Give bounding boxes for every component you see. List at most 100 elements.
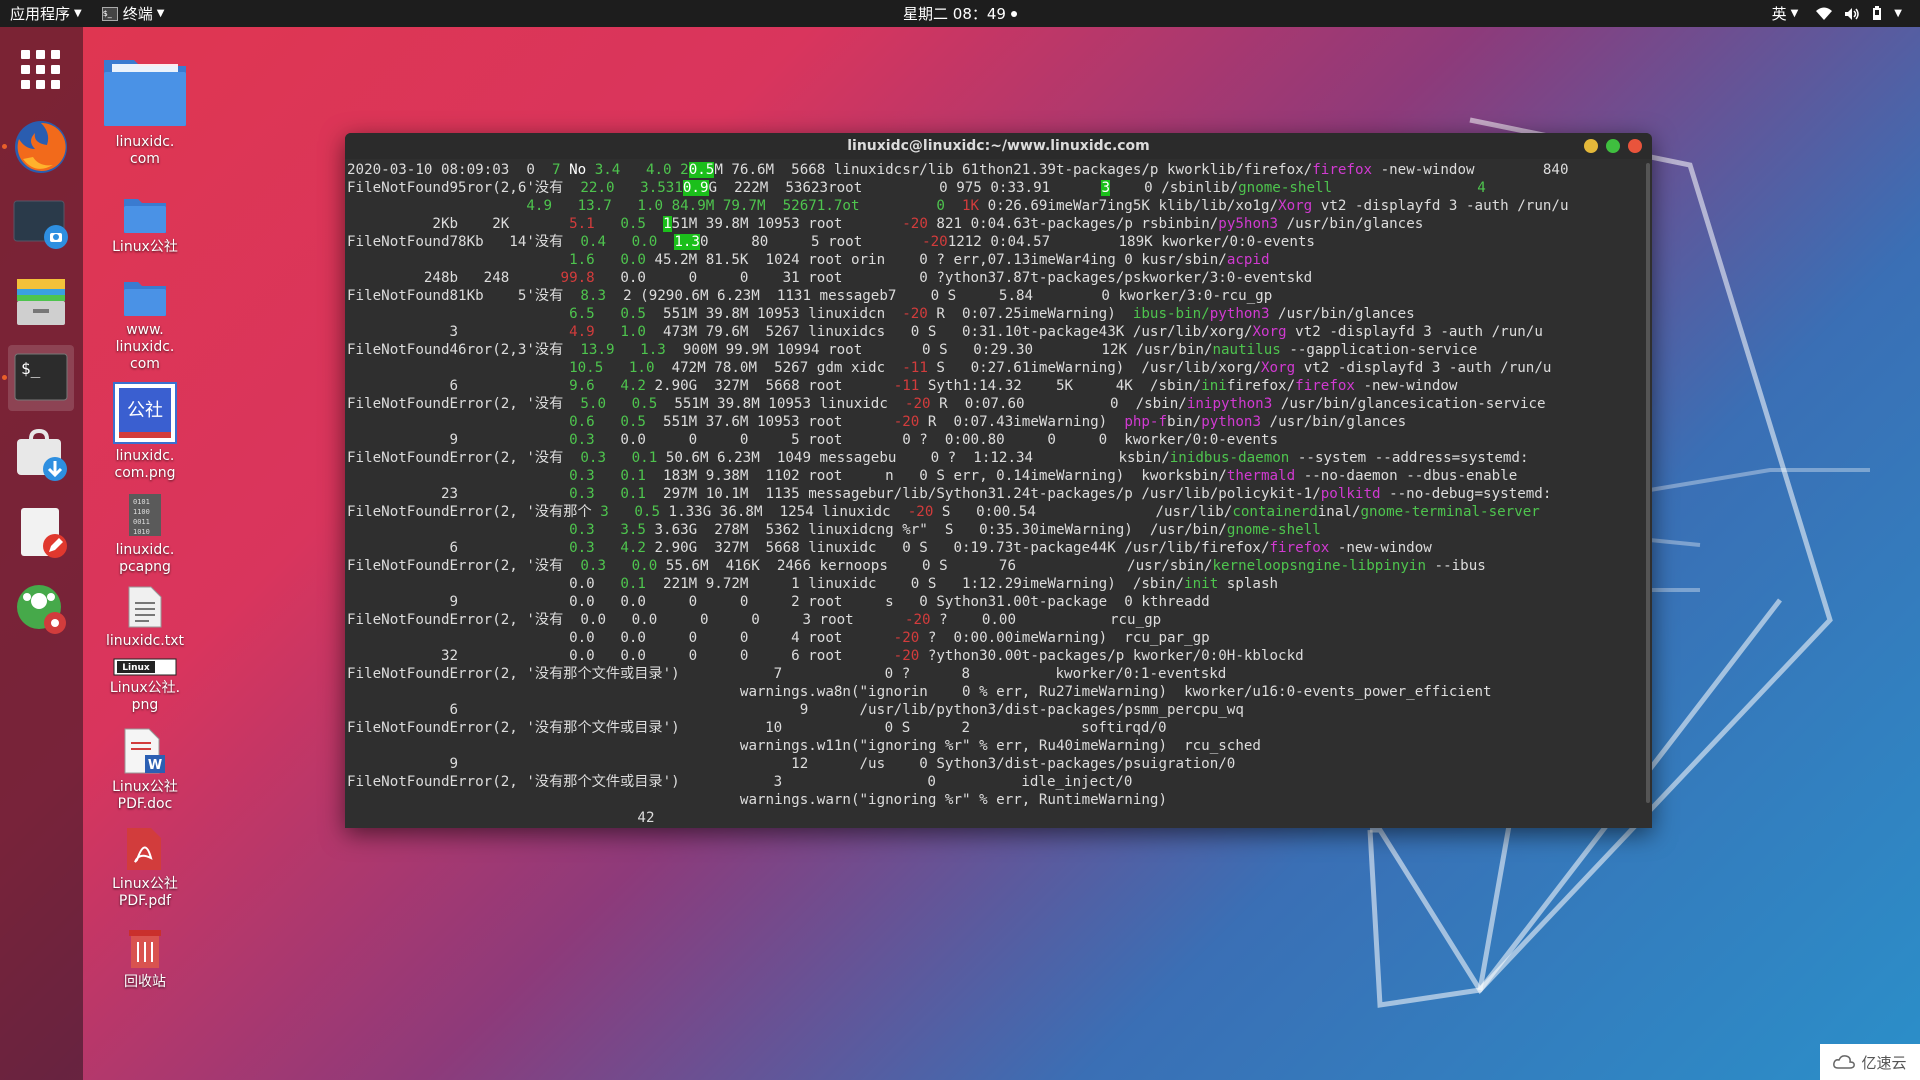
terminal-window[interactable]: linuxidc@linuxidc:~/www.linuxidc.com 202… (345, 133, 1652, 828)
desktop-icon-folder-linuxidc-com[interactable]: linuxidc. com (90, 50, 200, 168)
terminal-text-segment: gnome-shell (1238, 180, 1333, 196)
terminal-app-menu[interactable]: $_ 终端 ▼ (92, 0, 175, 27)
terminal-text-segment: firefox (1269, 540, 1330, 556)
volume-icon (1845, 7, 1860, 20)
system-tray: 英 ▼ ▼ (1772, 0, 1902, 27)
terminal-text-segment: FileNotFoundError(2, '没有 (347, 396, 581, 412)
terminal-text-segment: -20 (893, 414, 920, 430)
terminal-text-segment: --ibus (1426, 558, 1486, 574)
terminal-menu-label: 终端 (122, 5, 153, 23)
terminal-text-segment: firefox (1312, 162, 1373, 178)
terminal-text-segment: firefox/ (1226, 378, 1296, 394)
minimize-button[interactable] (1584, 139, 1598, 153)
watermark: 亿速云 (1820, 1044, 1920, 1080)
terminal-text-segment: 472M 78.0M 5267 gdm xidc (654, 360, 903, 376)
terminal-line: FileNotFoundError(2, '没有 0.0 0.0 0 0 3 r… (347, 611, 1652, 629)
terminal-line: FileNotFoundError(2, '没有那个 3 0.5 1.33G 3… (347, 503, 1652, 521)
terminal-text-segment: Xorg (1278, 198, 1313, 214)
dock-item-firefox[interactable] (2, 114, 74, 180)
terminal-text-segment: 13.9 1.3 (580, 342, 666, 358)
desktop-icon-linux-gongshe-pdf-pdf[interactable]: Linux公社 PDF.pdf (90, 826, 200, 910)
desktop-icon-linux-gongshe-pdf-doc[interactable]: W Linux公社 PDF.doc (90, 727, 200, 813)
terminal-text-segment: 1.0 (594, 324, 646, 340)
dock-item-software-install[interactable] (8, 422, 74, 488)
terminal-text-segment: 5.0 0.5 (580, 396, 658, 412)
chevron-down-icon: ▼ (74, 8, 82, 19)
terminal-text-segment: 183M 9.38M 1102 root n 0 S err, 0.14imeW… (645, 468, 1227, 484)
terminal-text-segment: G 222M 53623root 0 975 0:33.91 (708, 180, 1102, 196)
clock[interactable]: 星期二 08：49 (903, 0, 1017, 27)
terminal-text-segment: 0.5 (688, 162, 715, 178)
desktop-icon-folder-linux-gongshe[interactable]: Linux公社 (90, 195, 200, 256)
terminal-text-segment: 0.3 0.1 (569, 486, 646, 502)
terminal-text-segment: 0.0 (606, 234, 675, 250)
dock-item-settings[interactable] (8, 576, 74, 642)
terminal-text-segment: 45.2M 81.5K 1024 root orin 0 ? err,07.13… (645, 252, 1227, 268)
terminal-text-segment: 1 (663, 216, 672, 232)
svg-text:1010: 1010 (133, 528, 150, 536)
svg-text:$_: $_ (21, 359, 41, 378)
terminal-text-segment: 51M 39.8M 10953 root (671, 216, 903, 232)
desktop-icon-linuxidc-txt[interactable]: linuxidc.txt (90, 585, 200, 650)
terminal-text-segment: 0.0 0 0 31 root 0 ?ython37.87t-packages/… (594, 270, 1313, 286)
input-method-menu[interactable]: 英 ▼ (1772, 3, 1799, 24)
text-file-icon (128, 586, 162, 628)
terminal-text-segment: gnome-shell (1226, 522, 1321, 538)
terminal-text-segment: 0 80 5 root (699, 234, 923, 250)
system-status-menu[interactable]: ▼ (1816, 6, 1902, 21)
desktop-icon-linuxidc-pcapng[interactable]: 0101 1100 0011 1010 linuxidc. pcapng (90, 492, 200, 576)
terminal-output[interactable]: 2020-03-10 08:09:03 0 7 No 3.4 4.0 20.5M… (345, 159, 1652, 826)
terminal-text-segment: vt2 -displayfd 3 -auth /run/u (1312, 198, 1569, 214)
terminal-line: 0.0 0.1 221M 9.72M 1 linuxidc 0 S 1:12.2… (347, 575, 1652, 593)
clock-label: 星期二 08：49 (903, 5, 1006, 23)
terminal-titlebar[interactable]: linuxidc@linuxidc:~/www.linuxidc.com (345, 133, 1652, 159)
terminal-text-segment: 6 (347, 540, 570, 556)
terminal-text-segment: 821 0:04.63t-packages/p rsbinbin/ (927, 216, 1219, 232)
terminal-line: FileNotFoundError(2, '没有 5.0 0.5 551M 39… (347, 395, 1652, 413)
desktop-icon-label: linuxidc. pcapng (115, 542, 175, 575)
terminal-text-segment: 22.0 (580, 180, 615, 196)
maximize-button[interactable] (1606, 139, 1620, 153)
close-button[interactable] (1628, 139, 1642, 153)
terminal-line: FileNotFoundError(2, '没有那个文件或目录') 3 0 id… (347, 773, 1652, 791)
terminal-text-segment: 4.9 (569, 324, 595, 340)
terminal-text-segment: FileNotFoundError(2, '没有那个文件或目录') 10 0 S… (347, 720, 1167, 736)
notification-dot (1010, 10, 1017, 17)
terminal-text-segment: 3 (347, 324, 570, 340)
terminal-text-segment: py5hon3 (1218, 216, 1279, 232)
desktop-icon-label: linuxidc.txt (106, 633, 184, 649)
dock-item-screenshot[interactable] (8, 191, 74, 257)
file-manager-icon (17, 279, 65, 325)
terminal-text-segment: 1212 0:04.57 189K kworker/0:0-events (947, 234, 1315, 250)
dock-item-files[interactable] (8, 268, 74, 334)
terminal-text-segment: splash (1218, 576, 1279, 592)
terminal-line: warnings.warn("ignoring %r" % err, Runti… (347, 791, 1652, 809)
terminal-text-segment: warnings.wa8n("ignorin 0 % err, Ru27imeW… (347, 684, 1492, 700)
applications-menu[interactable]: 应用程序 ▼ (0, 0, 92, 27)
terminal-text-segment: polkitd (1320, 486, 1381, 502)
terminal-text-segment: 0.3 3.5 (569, 522, 646, 538)
terminal-line: FileNotFoundError(2, '没有 0.3 0.1 50.6M 6… (347, 449, 1652, 467)
terminal-line: FileNotFound46ror(2,3'没有 13.9 1.3 900M 9… (347, 341, 1652, 359)
terminal-text-segment: FileNotFoundError(2, '没有那个文件或目录') 3 0 id… (347, 774, 1133, 790)
terminal-text-segment: R 0:07.43imeWarning) (919, 414, 1125, 430)
terminal-line: FileNotFound95ror(2,6'没有 22.0 3.5310.9G … (347, 179, 1652, 197)
desktop-icon-linux-gongshe-png[interactable]: Linux Linux公社. png (90, 658, 200, 714)
desktop-icon-folder-www-linuxidc-com[interactable]: www. linuxidc. com (90, 278, 200, 373)
show-applications-button[interactable] (8, 37, 74, 103)
dock-item-text-editor[interactable] (8, 499, 74, 565)
terminal-small-icon: $_ (101, 6, 118, 21)
chevron-down-icon: ▼ (1790, 8, 1799, 19)
terminal-text-segment: FileNotFoundError(2, '没有 0.0 0.0 0 0 3 r… (347, 612, 905, 628)
terminal-line: 6 0.3 4.2 2.90G 327M 5668 linuxidc 0 S 0… (347, 539, 1652, 557)
terminal-text-segment: /usr/bin/glances (1261, 414, 1407, 430)
desktop-icon-linuxidc-com-png[interactable]: 公社 linuxidc. com.png (90, 382, 200, 482)
terminal-scrollbar[interactable] (1646, 163, 1650, 803)
dock-item-terminal[interactable]: $_ (2, 345, 74, 411)
desktop-icon-label: 回收站 (124, 974, 166, 990)
terminal-text-segment: 6 9 /usr/lib/python3/dist-packages/psmm_… (347, 702, 1244, 718)
desktop-icon-trash[interactable]: 回收站 (90, 926, 200, 991)
terminal-text-segment: 3 (1101, 180, 1110, 196)
terminal-text-segment: 4.9 (526, 198, 552, 214)
top-bar: 应用程序 ▼ $_ 终端 ▼ 星期二 08：49 英 ▼ ▼ (0, 0, 1920, 27)
